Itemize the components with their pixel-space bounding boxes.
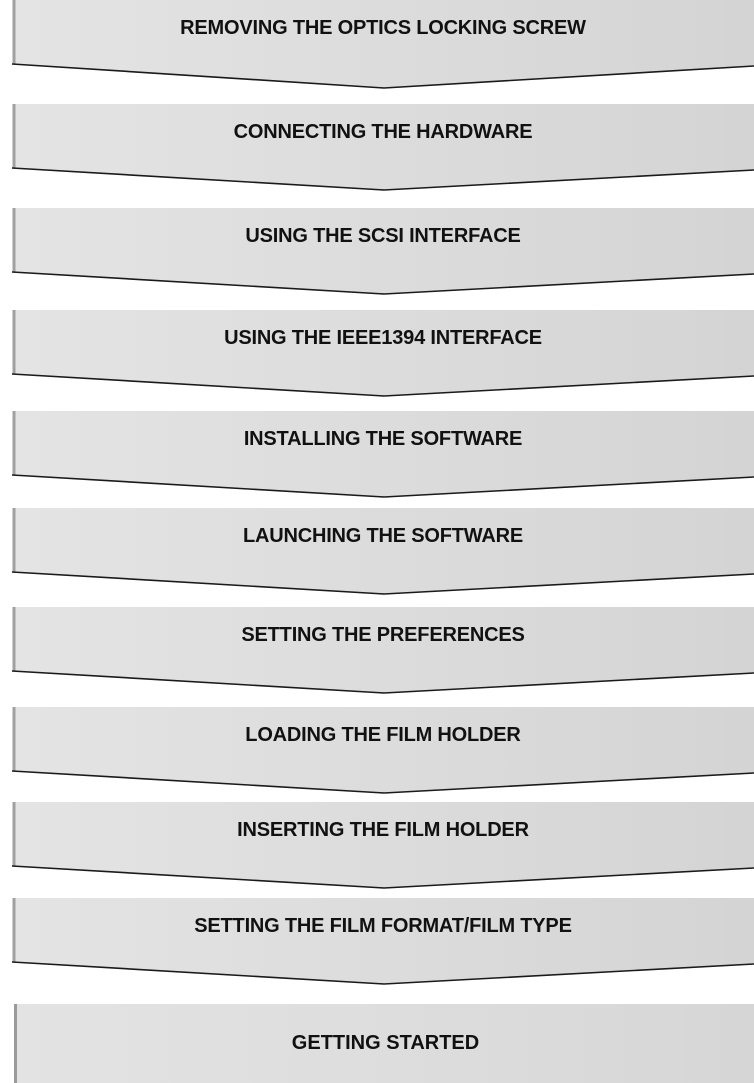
- step-loading-film-holder: LOADING THE FILM HOLDER: [0, 707, 754, 797]
- step-label: LOADING THE FILM HOLDER: [245, 724, 521, 746]
- step-label: CONNECTING THE HARDWARE: [233, 121, 533, 143]
- step-label: REMOVING THE OPTICS LOCKING SCREW: [180, 17, 586, 39]
- step-connecting-hardware: CONNECTING THE HARDWARE: [0, 104, 754, 194]
- step-using-ieee1394-interface: USING THE IEEE1394 INTERFACE: [0, 310, 754, 400]
- step-removing-optics-locking-screw: REMOVING THE OPTICS LOCKING SCREW: [0, 0, 754, 90]
- step-label: INSTALLING THE SOFTWARE: [243, 428, 523, 450]
- step-label: LAUNCHING THE SOFTWARE: [242, 525, 524, 547]
- step-label: SETTING THE FILM FORMAT/FILM TYPE: [194, 915, 572, 937]
- step-label: INSERTING THE FILM HOLDER: [237, 819, 529, 841]
- final-step-box: GETTING STARTED: [14, 1004, 754, 1083]
- step-using-scsi-interface: USING THE SCSI INTERFACE: [0, 208, 754, 298]
- step-label: SETTING THE PREFERENCES: [241, 624, 525, 646]
- step-launching-software: LAUNCHING THE SOFTWARE: [0, 508, 754, 598]
- step-inserting-film-holder: INSERTING THE FILM HOLDER: [0, 802, 754, 892]
- step-setting-preferences: SETTING THE PREFERENCES: [0, 607, 754, 697]
- step-label: USING THE SCSI INTERFACE: [245, 225, 521, 247]
- flow-steps: REMOVING THE OPTICS LOCKING SCREW CONNEC…: [0, 0, 754, 1083]
- step-installing-software: INSTALLING THE SOFTWARE: [0, 411, 754, 501]
- final-step-label: GETTING STARTED: [291, 1032, 480, 1054]
- step-setting-film-format-type: SETTING THE FILM FORMAT/FILM TYPE: [0, 898, 754, 988]
- step-label: USING THE IEEE1394 INTERFACE: [224, 327, 542, 349]
